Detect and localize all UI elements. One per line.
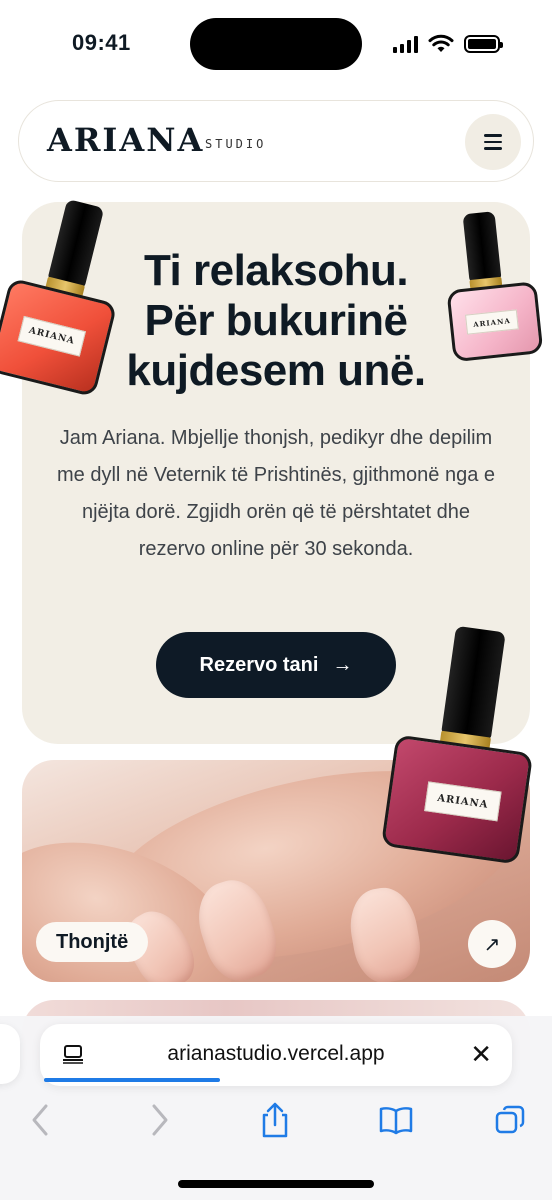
hero-description: Jam Ariana. Mbjellje thonjsh, pedikyr dh…	[56, 427, 496, 560]
logo[interactable]: ARIANA	[47, 121, 204, 159]
previous-tab[interactable]	[0, 1024, 20, 1084]
book-now-label: Rezervo tani	[199, 653, 319, 676]
logo-subtitle: STUDIO	[205, 137, 267, 151]
url-text[interactable]: arianastudio.vercel.app	[40, 1042, 512, 1066]
arrow-up-right-icon[interactable]: ↗	[468, 920, 516, 968]
share-icon[interactable]	[253, 1098, 297, 1142]
tabs-icon[interactable]	[488, 1098, 532, 1142]
battery-icon	[464, 35, 503, 53]
wifi-icon	[428, 34, 454, 52]
dynamic-island	[190, 18, 362, 70]
forward-icon[interactable]	[138, 1098, 182, 1142]
book-now-button[interactable]: Rezervo tani →	[156, 632, 396, 698]
service-tag: Thonjtë	[36, 922, 149, 962]
arrow-right-icon: →	[332, 653, 353, 676]
status-time: 09:41	[72, 30, 131, 55]
pink-polish-bottle: ARIANA	[433, 207, 548, 363]
hamburger-icon	[484, 134, 502, 137]
page-load-progress	[44, 1078, 220, 1082]
address-bar[interactable]: arianastudio.vercel.app ✕	[40, 1024, 512, 1086]
home-indicator	[178, 1180, 374, 1188]
status-icons	[393, 34, 503, 54]
cellular-signal-icon	[393, 35, 418, 53]
bookmarks-icon[interactable]	[374, 1098, 418, 1142]
close-icon[interactable]: ✕	[470, 1038, 492, 1070]
status-bar: 09:41	[0, 0, 552, 92]
back-icon[interactable]	[18, 1098, 62, 1142]
menu-button[interactable]	[465, 114, 521, 170]
site-header: ARIANA STUDIO	[18, 100, 534, 182]
browser-toolbar	[0, 1098, 552, 1148]
